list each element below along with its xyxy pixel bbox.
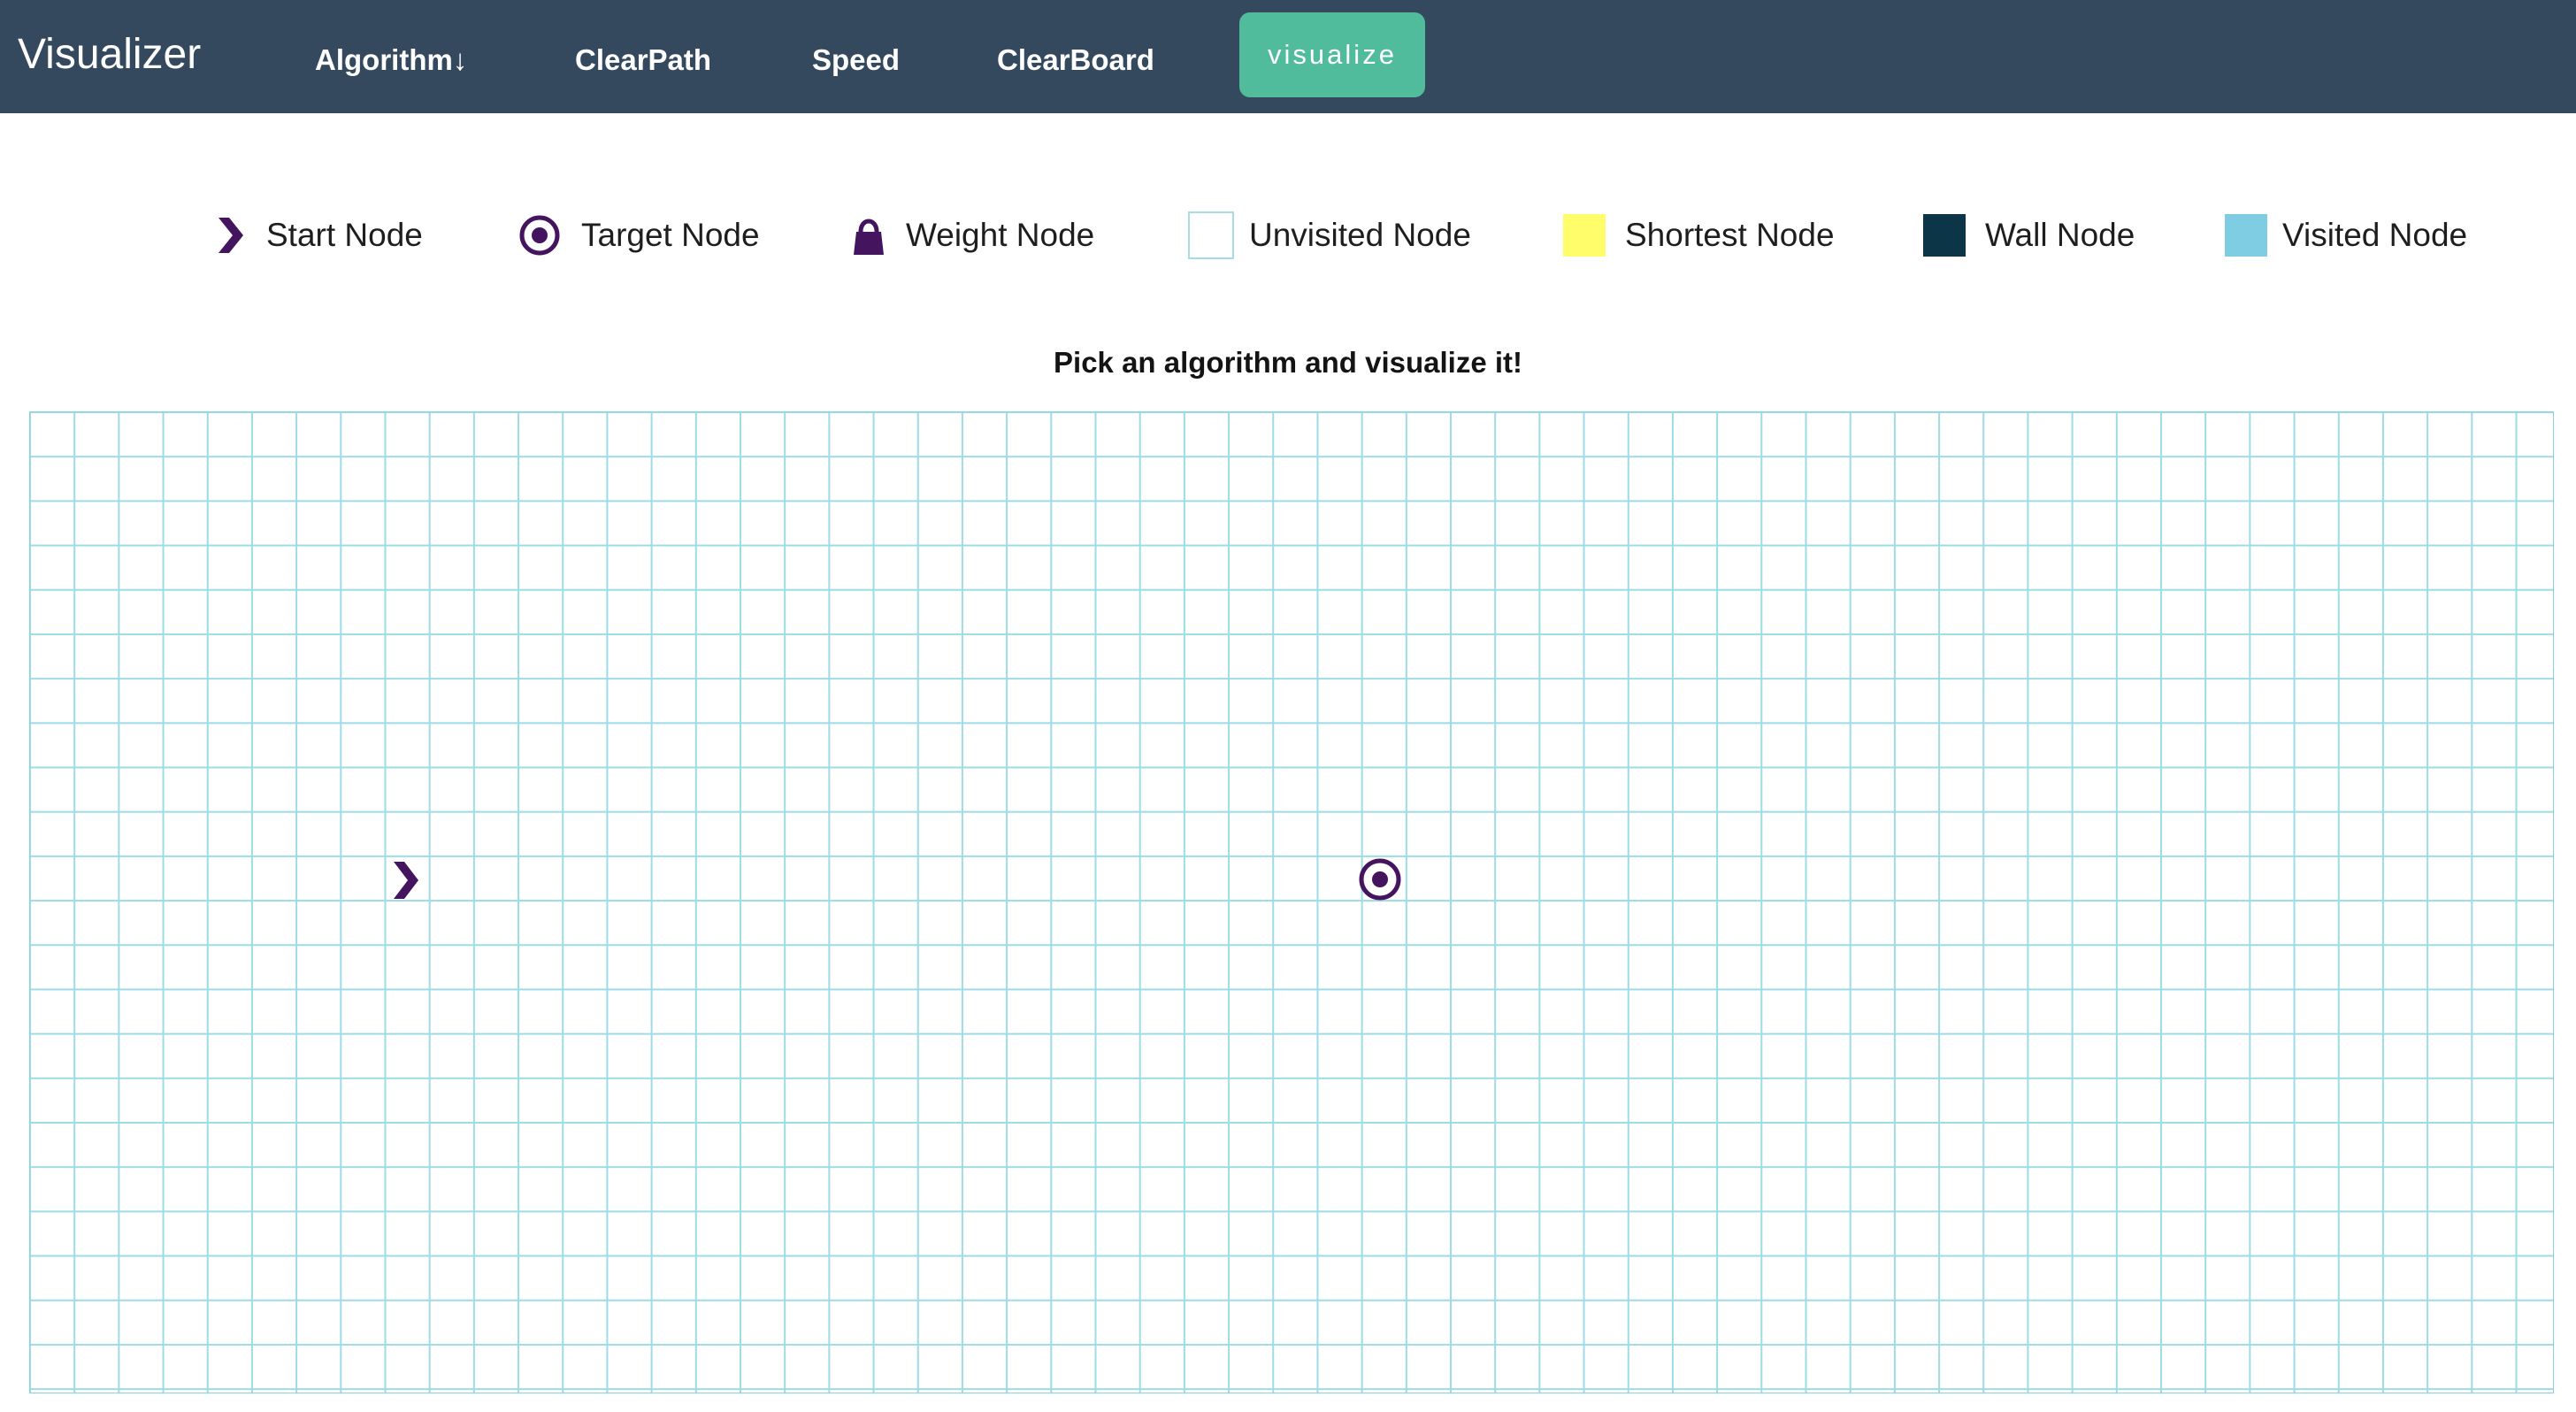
legend-unvisited-node: Unvisited Node — [1188, 205, 1471, 265]
legend-label: Weight Node — [906, 217, 1095, 253]
legend-wall-node: Wall Node — [1923, 205, 2135, 265]
legend-label: Wall Node — [1985, 217, 2135, 253]
legend-weight-node: Weight Node — [851, 205, 1094, 265]
start-node-icon[interactable] — [390, 858, 422, 902]
legend-start-node: Start Node — [215, 205, 423, 265]
legend-label: Start Node — [266, 217, 423, 253]
clear-path-button[interactable]: ClearPath — [575, 35, 711, 85]
speed-dropdown[interactable]: Speed — [812, 35, 900, 85]
chevron-right-icon — [218, 218, 243, 253]
target-node-icon[interactable] — [1357, 856, 1403, 902]
weight-icon — [854, 219, 884, 255]
clear-board-button[interactable]: ClearBoard — [997, 35, 1154, 85]
visited-swatch — [2225, 214, 2267, 257]
algorithm-dropdown[interactable]: Algorithm↓ — [315, 35, 467, 85]
brand-title[interactable]: Visualizer — [18, 27, 201, 83]
instruction-text: Pick an algorithm and visualize it! — [1054, 346, 1522, 379]
wall-swatch — [1923, 214, 1966, 257]
target-icon — [519, 215, 560, 256]
visualize-button[interactable]: visualize — [1239, 12, 1425, 97]
legend-label: Target Node — [581, 217, 760, 253]
legend-target-node: Target Node — [518, 205, 760, 265]
legend-label: Unvisited Node — [1249, 217, 1471, 253]
unvisited-swatch — [1188, 211, 1234, 259]
shortest-swatch — [1563, 214, 1606, 257]
legend-label: Shortest Node — [1625, 217, 1835, 253]
legend-label: Visited Node — [2282, 217, 2468, 253]
legend-shortest-node: Shortest Node — [1563, 205, 1835, 265]
legend-visited-node: Visited Node — [2225, 205, 2467, 265]
grid-board[interactable] — [29, 411, 2554, 1393]
navbar: Visualizer Algorithm↓ ClearPath Speed Cl… — [0, 0, 2576, 113]
